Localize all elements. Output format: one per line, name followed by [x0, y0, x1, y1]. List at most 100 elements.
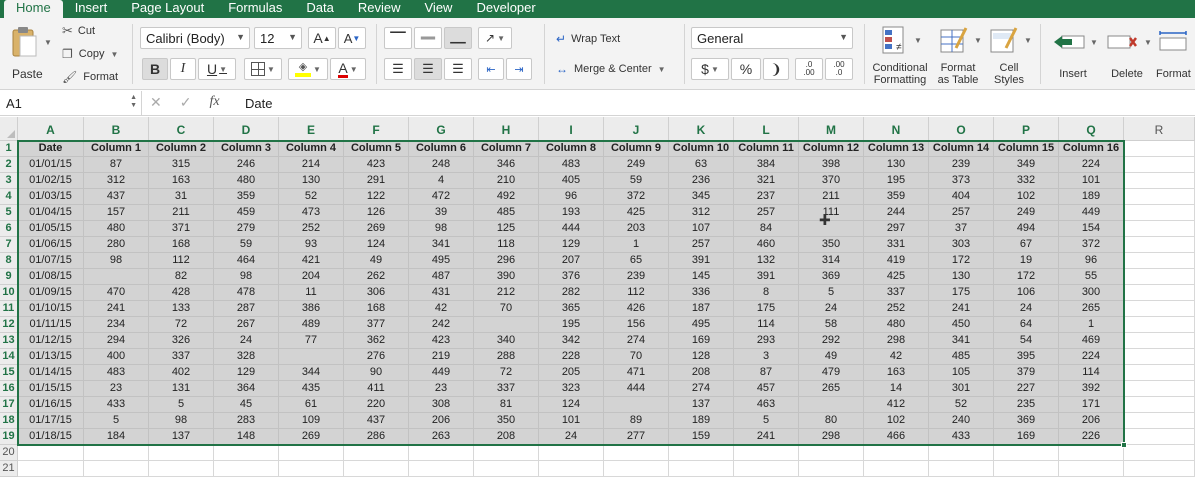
table-cell[interactable]: 437 — [84, 189, 149, 205]
insert-cells-button[interactable]: ▼ Insert — [1048, 24, 1098, 86]
column-header-l[interactable]: L — [734, 117, 799, 141]
table-cell[interactable]: 286 — [344, 429, 409, 445]
table-cell[interactable]: 239 — [604, 269, 669, 285]
table-cell[interactable]: 206 — [409, 413, 474, 429]
fill-color-button[interactable]: ◈ ▼ — [288, 58, 328, 80]
table-cell[interactable] — [84, 445, 149, 461]
table-cell[interactable]: 411 — [344, 381, 409, 397]
table-cell[interactable]: 77 — [279, 333, 344, 349]
table-cell[interactable]: 01/08/15 — [18, 269, 84, 285]
table-cell[interactable]: 102 — [864, 413, 929, 429]
table-cell[interactable] — [1124, 461, 1195, 477]
table-cell[interactable] — [1124, 381, 1195, 397]
table-cell[interactable]: 435 — [279, 381, 344, 397]
table-cell[interactable]: 485 — [474, 205, 539, 221]
table-cell[interactable]: 248 — [409, 157, 474, 173]
table-cell[interactable]: 59 — [604, 173, 669, 189]
header-cell[interactable]: Column 8 — [539, 141, 604, 157]
delete-cells-button[interactable]: ▼ Delete — [1102, 24, 1152, 86]
column-header-b[interactable]: B — [84, 117, 149, 141]
table-cell[interactable]: 402 — [149, 365, 214, 381]
table-cell[interactable]: 303 — [929, 237, 994, 253]
align-left-button[interactable]: ☰ — [384, 58, 412, 80]
table-cell[interactable] — [864, 461, 929, 477]
table-cell[interactable]: 277 — [604, 429, 669, 445]
table-cell[interactable]: 463 — [734, 397, 799, 413]
table-cell[interactable]: 84 — [734, 221, 799, 237]
table-cell[interactable]: 1 — [604, 237, 669, 253]
table-cell[interactable] — [149, 445, 214, 461]
table-cell[interactable]: 479 — [799, 365, 864, 381]
table-cell[interactable]: 70 — [604, 349, 669, 365]
table-cell[interactable]: 175 — [734, 301, 799, 317]
table-cell[interactable]: 359 — [864, 189, 929, 205]
table-cell[interactable]: 137 — [669, 397, 734, 413]
table-cell[interactable] — [279, 445, 344, 461]
header-cell[interactable]: Column 11 — [734, 141, 799, 157]
table-cell[interactable]: 129 — [539, 237, 604, 253]
table-cell[interactable]: 157 — [84, 205, 149, 221]
table-cell[interactable] — [1124, 317, 1195, 333]
table-cell[interactable] — [214, 445, 279, 461]
currency-button[interactable]: $ ▼ — [691, 58, 729, 80]
table-cell[interactable]: 332 — [994, 173, 1059, 189]
table-cell[interactable]: 01/03/15 — [18, 189, 84, 205]
table-cell[interactable]: 390 — [474, 269, 539, 285]
table-cell[interactable]: 129 — [214, 365, 279, 381]
fill-handle[interactable] — [1121, 442, 1127, 448]
table-cell[interactable]: 450 — [929, 317, 994, 333]
row-header-13[interactable]: 13 — [0, 333, 18, 349]
table-cell[interactable]: 01/05/15 — [18, 221, 84, 237]
column-header-m[interactable]: M — [799, 117, 864, 141]
table-cell[interactable]: 24 — [994, 301, 1059, 317]
table-cell[interactable]: 193 — [539, 205, 604, 221]
table-cell[interactable]: 431 — [409, 285, 474, 301]
table-cell[interactable]: 292 — [799, 333, 864, 349]
row-header-18[interactable]: 18 — [0, 413, 18, 429]
table-cell[interactable]: 72 — [474, 365, 539, 381]
table-cell[interactable]: 82 — [149, 269, 214, 285]
column-header-g[interactable]: G — [409, 117, 474, 141]
align-center-button[interactable]: ☰ — [414, 58, 442, 80]
column-header-j[interactable]: J — [604, 117, 669, 141]
table-cell[interactable] — [474, 317, 539, 333]
table-cell[interactable]: 131 — [149, 381, 214, 397]
table-cell[interactable]: 274 — [604, 333, 669, 349]
table-cell[interactable]: 391 — [734, 269, 799, 285]
table-cell[interactable]: 90 — [344, 365, 409, 381]
table-cell[interactable] — [474, 461, 539, 477]
table-cell[interactable]: 130 — [864, 157, 929, 173]
align-bottom-button[interactable]: ▁▁ — [444, 27, 472, 49]
copy-button[interactable]: ❐ Copy ▼ — [62, 46, 118, 62]
table-cell[interactable]: 01/18/15 — [18, 429, 84, 445]
table-cell[interactable]: 204 — [279, 269, 344, 285]
table-cell[interactable]: 205 — [539, 365, 604, 381]
table-cell[interactable]: 241 — [734, 429, 799, 445]
comma-style-button[interactable]: ❩ — [763, 58, 789, 80]
table-cell[interactable]: 168 — [344, 301, 409, 317]
table-cell[interactable]: 276 — [344, 349, 409, 365]
table-cell[interactable]: 480 — [864, 317, 929, 333]
table-cell[interactable]: 236 — [669, 173, 734, 189]
row-header-12[interactable]: 12 — [0, 317, 18, 333]
table-cell[interactable]: 341 — [409, 237, 474, 253]
table-cell[interactable]: 87 — [734, 365, 799, 381]
table-cell[interactable] — [799, 397, 864, 413]
table-cell[interactable]: 267 — [214, 317, 279, 333]
table-cell[interactable] — [409, 445, 474, 461]
table-cell[interactable]: 337 — [474, 381, 539, 397]
table-cell[interactable]: 386 — [279, 301, 344, 317]
table-cell[interactable]: 265 — [799, 381, 864, 397]
table-cell[interactable]: 244 — [864, 205, 929, 221]
table-cell[interactable]: 326 — [149, 333, 214, 349]
table-cell[interactable] — [279, 349, 344, 365]
row-header-1[interactable]: 1 — [0, 141, 18, 157]
table-cell[interactable]: 239 — [929, 157, 994, 173]
row-header-19[interactable]: 19 — [0, 429, 18, 445]
table-cell[interactable]: 189 — [669, 413, 734, 429]
table-cell[interactable]: 437 — [344, 413, 409, 429]
table-cell[interactable]: 433 — [84, 397, 149, 413]
table-cell[interactable]: 59 — [214, 237, 279, 253]
table-cell[interactable]: 24 — [214, 333, 279, 349]
format-as-table-button[interactable]: ▼ Format as Table — [934, 24, 982, 86]
